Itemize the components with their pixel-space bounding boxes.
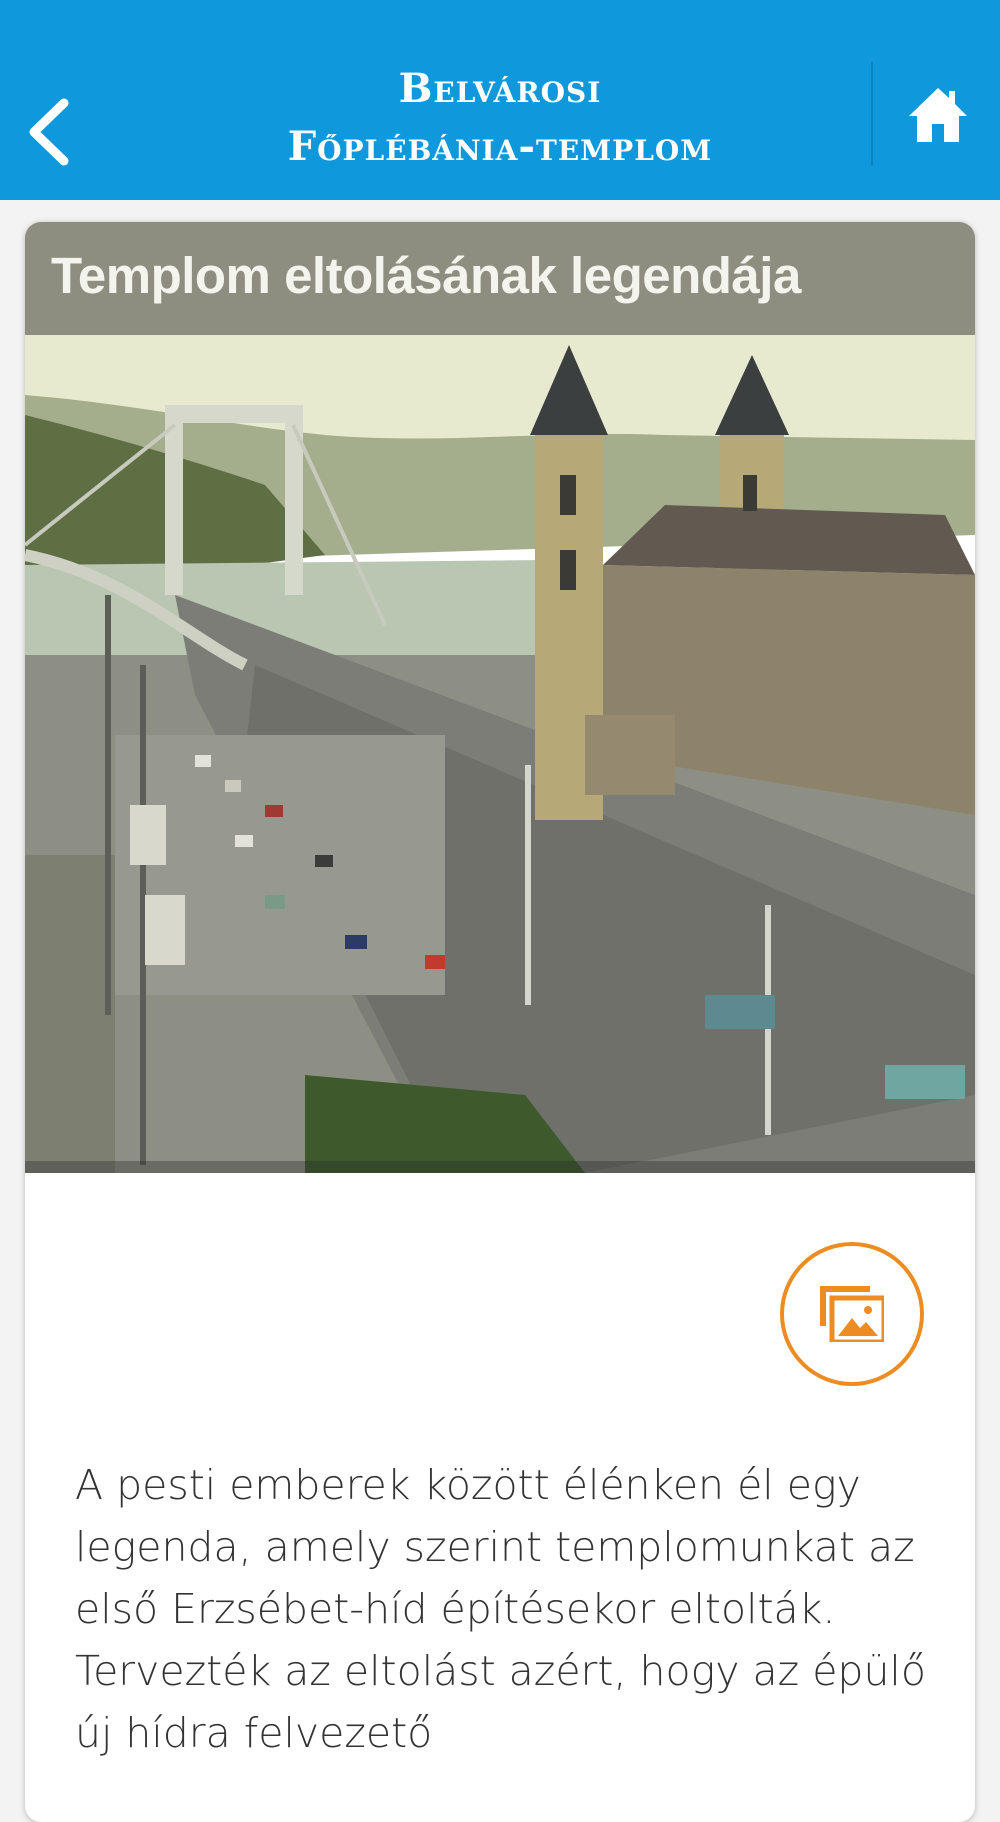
home-button[interactable] — [907, 86, 969, 144]
church-photo[interactable] — [25, 335, 975, 1173]
page-title-line-2: Főplébánia-templom — [287, 123, 713, 170]
page-title: Belvárosi Főplébánia-templom — [130, 60, 870, 176]
card-title-bar: Templom eltolásának legendája — [25, 222, 975, 335]
header-divider — [871, 62, 873, 166]
content-card: Templom eltolásának legendája A pesti em… — [25, 222, 975, 1822]
article-text: A pesti emberek között élénken él egy le… — [75, 1461, 926, 1757]
home-icon — [909, 88, 967, 142]
photo-illustration — [25, 335, 975, 1173]
image-gallery-icon — [820, 1286, 884, 1342]
card-title: Templom eltolásának legendája — [51, 247, 801, 304]
chevron-left-icon — [29, 98, 69, 166]
app-header: Belvárosi Főplébánia-templom — [0, 0, 1000, 200]
gallery-button[interactable] — [780, 1242, 924, 1386]
back-button[interactable] — [22, 95, 78, 169]
page-title-line-1: Belvárosi — [398, 65, 602, 112]
photo-controls-bar — [25, 1161, 975, 1173]
